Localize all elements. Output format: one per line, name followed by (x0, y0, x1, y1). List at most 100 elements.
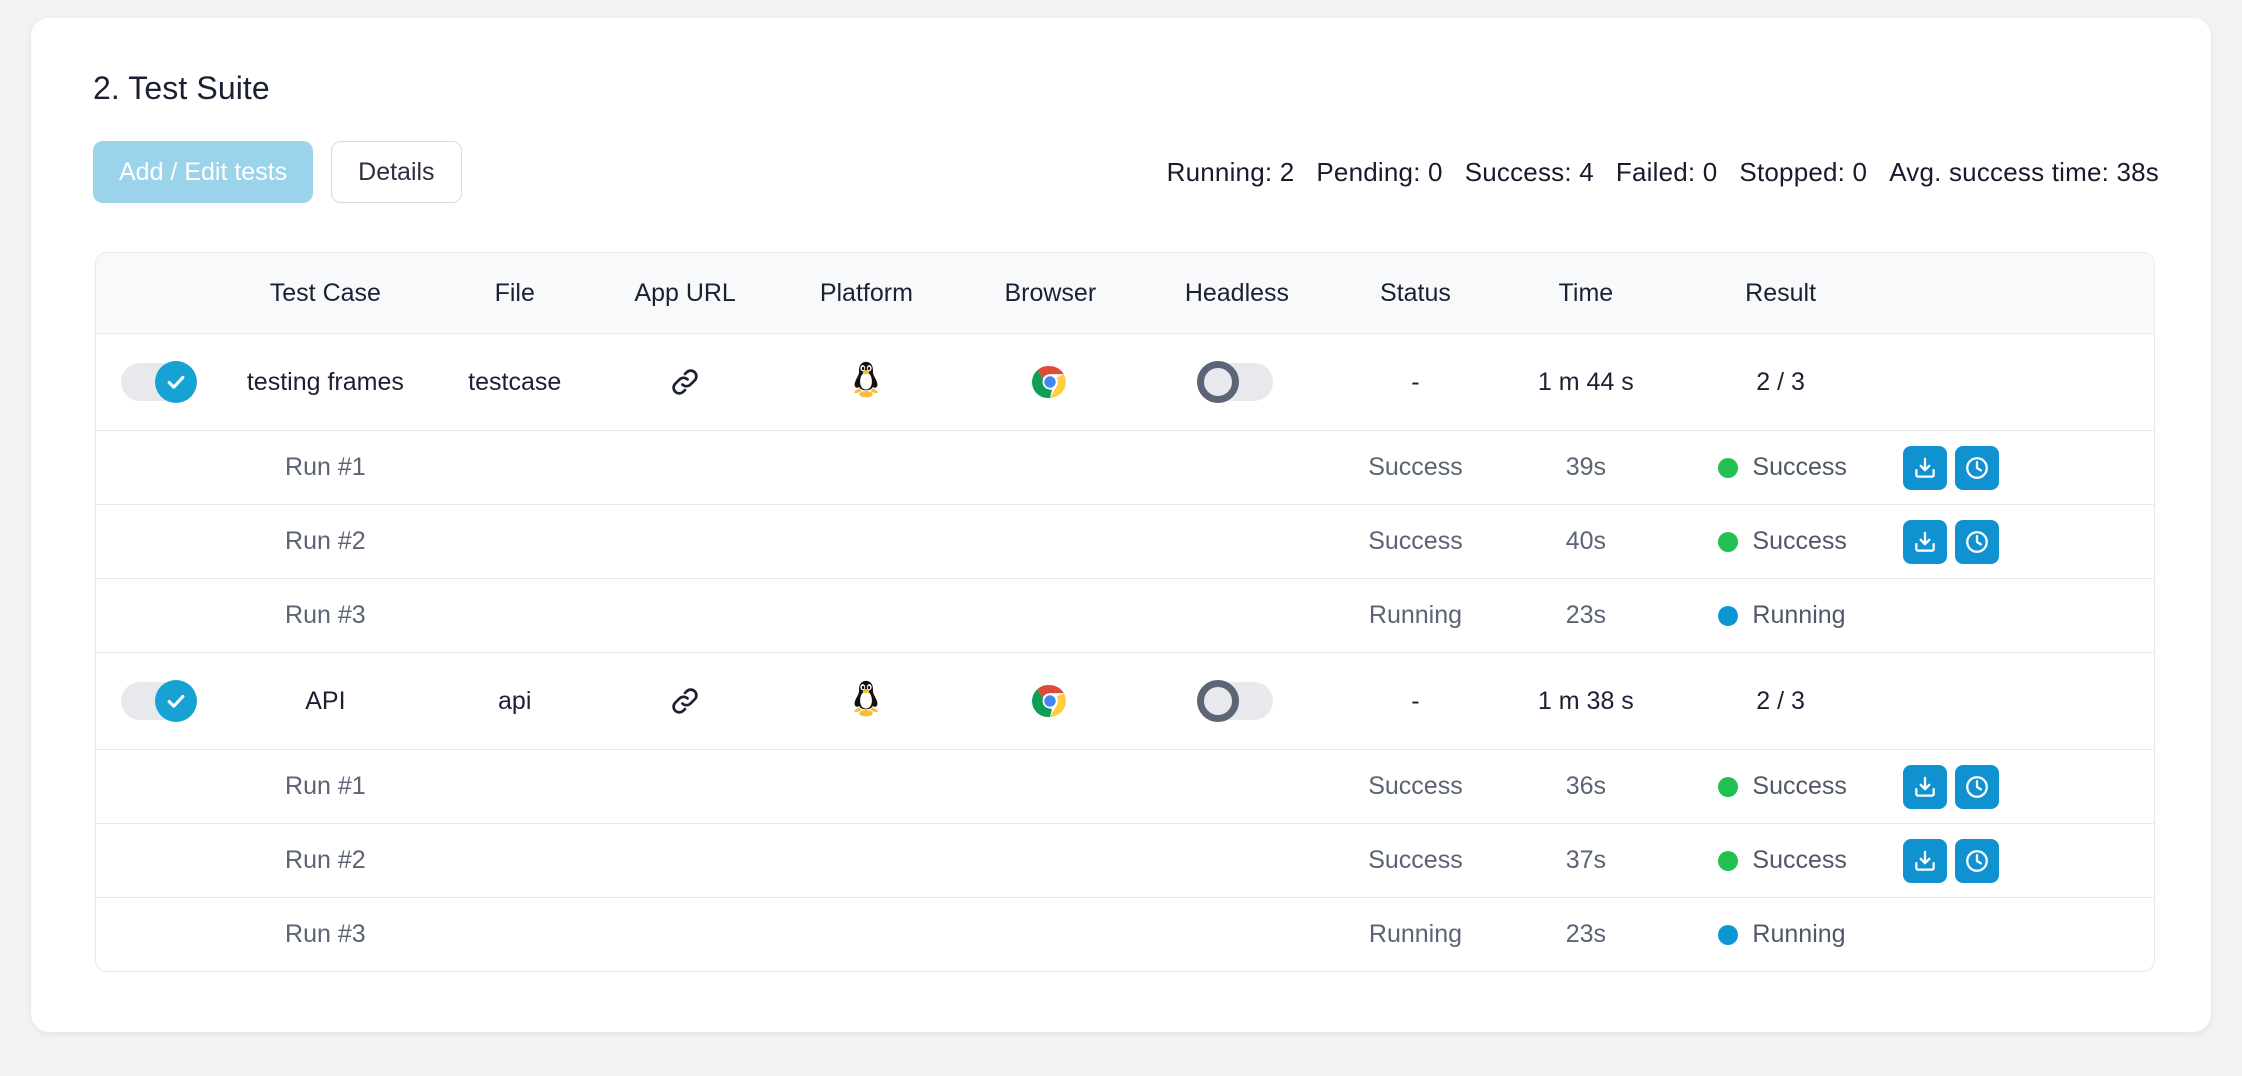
run-row[interactable]: Run #1 Success 39s Success (96, 430, 2154, 505)
status-dot-success (1718, 850, 1739, 871)
test-actions-cell (1888, 652, 2154, 750)
run-result-cell: Success (1672, 823, 1889, 898)
download-report-button[interactable] (1902, 764, 1947, 809)
column-header-result: Result (1672, 253, 1889, 334)
table-body: testing frames testcase -1 m 44 s2 / 3 Run … (96, 333, 2154, 972)
add-edit-tests-button[interactable]: Add / Edit tests (93, 141, 314, 203)
run-history-button[interactable] (1954, 764, 1999, 809)
run-app-url-cell (595, 749, 775, 824)
column-header-headless: Headless (1142, 253, 1332, 334)
run-platform-cell (774, 578, 959, 653)
test-suite-table-container: Test Case File App URL Platform Browser … (95, 252, 2155, 972)
run-browser-cell (958, 504, 1143, 579)
headless-toggle[interactable] (1196, 680, 1273, 722)
download-report-button[interactable] (1902, 838, 1947, 883)
toggle-knob (154, 680, 197, 722)
download-report-button[interactable] (1902, 519, 1947, 564)
run-time-cell: 36s (1499, 749, 1673, 824)
stat-pending: Pending: 0 (1316, 156, 1443, 187)
test-suite-card: 2. Test Suite Add / Edit tests Details R… (31, 18, 2211, 1032)
column-header-file: File (433, 253, 596, 334)
run-file-cell (433, 823, 596, 898)
run-actions-cell (1888, 749, 2154, 824)
test-actions-cell (1888, 333, 2154, 431)
test-file-cell: api (433, 652, 596, 750)
clock-icon (1965, 456, 1988, 479)
clock-icon (1965, 849, 1988, 872)
status-dot-success (1718, 531, 1739, 552)
run-toggle-cell (96, 749, 218, 824)
run-result-cell: Success (1672, 504, 1889, 579)
test-enabled-cell (96, 652, 218, 750)
download-icon (1915, 850, 1935, 871)
test-row[interactable]: API api -1 m 38 s2 / 3 (96, 652, 2154, 750)
test-browser-cell (958, 652, 1143, 750)
run-file-cell (433, 749, 596, 824)
run-toggle-cell (96, 578, 218, 653)
run-label-cell: Run #3 (217, 578, 434, 653)
run-toggle-cell (96, 430, 218, 505)
run-row[interactable]: Run #2 Success 40s Success (96, 504, 2154, 579)
run-app-url-cell (595, 430, 775, 505)
test-app-url-cell (595, 652, 775, 750)
run-headless-cell (1142, 823, 1332, 898)
run-platform-cell (774, 504, 959, 579)
details-button[interactable]: Details (331, 141, 462, 203)
run-result-label: Success (1752, 846, 1847, 874)
stat-success: Success: 4 (1464, 156, 1594, 187)
run-result-label: Running (1752, 920, 1846, 948)
page-root: 2. Test Suite Add / Edit tests Details R… (0, 0, 2242, 1076)
check-icon (167, 375, 185, 389)
run-history-button[interactable] (1954, 445, 1999, 490)
page-title: 2. Test Suite (93, 70, 270, 106)
table-header-row: Test Case File App URL Platform Browser … (96, 253, 2154, 334)
run-app-url-cell (595, 504, 775, 579)
run-row[interactable]: Run #3 Running 23s Running (96, 898, 2154, 972)
linux-penguin-icon (849, 360, 883, 404)
test-file-cell: testcase (433, 333, 596, 431)
link-icon[interactable] (668, 684, 702, 718)
run-time-cell: 39s (1499, 430, 1673, 505)
run-browser-cell (958, 898, 1142, 972)
run-file-cell (433, 504, 596, 579)
table-head: Test Case File App URL Platform Browser … (96, 253, 2154, 334)
run-status-cell: Success (1331, 749, 1500, 824)
download-report-button[interactable] (1902, 445, 1947, 490)
column-header-toggle (96, 253, 218, 334)
toggle-knob (1196, 361, 1239, 403)
download-icon (1915, 776, 1935, 797)
run-browser-cell (958, 578, 1143, 653)
run-history-button[interactable] (1954, 838, 1999, 883)
run-row[interactable]: Run #2 Success 37s Success (96, 823, 2154, 898)
row-actions (1889, 519, 2154, 564)
run-result-cell: Running (1672, 578, 1889, 653)
test-row[interactable]: testing frames testcase -1 m 44 s2 / 3 (96, 333, 2154, 431)
test-browser-cell (958, 333, 1143, 431)
run-headless-cell (1142, 504, 1332, 579)
test-enabled-toggle[interactable] (120, 361, 197, 403)
row-actions (1889, 838, 2154, 883)
chrome-icon (1031, 682, 1069, 720)
column-header-actions (1888, 253, 2154, 334)
run-result-label: Running (1752, 601, 1846, 629)
download-icon (1915, 457, 1935, 478)
run-label-cell: Run #2 (217, 823, 434, 898)
run-label-cell: Run #2 (217, 504, 434, 579)
test-app-url-cell (595, 333, 775, 431)
test-name-cell: testing frames (217, 333, 434, 431)
toggle-knob (1196, 680, 1239, 722)
run-status-cell: Success (1331, 430, 1500, 505)
run-file-cell (434, 898, 596, 972)
run-row[interactable]: Run #1 Success 36s Success (96, 749, 2154, 824)
test-enabled-toggle[interactable] (120, 680, 197, 722)
run-actions-cell (1888, 578, 2154, 653)
run-row[interactable]: Run #3 Running 23s Running (96, 578, 2154, 653)
run-headless-cell (1142, 430, 1332, 505)
status-dot-running (1718, 605, 1739, 626)
link-icon[interactable] (668, 365, 702, 399)
run-result-label: Success (1752, 772, 1847, 800)
run-history-button[interactable] (1954, 519, 1999, 564)
run-platform-cell (774, 823, 959, 898)
headless-toggle[interactable] (1196, 361, 1273, 403)
test-name-cell: API (217, 652, 434, 750)
